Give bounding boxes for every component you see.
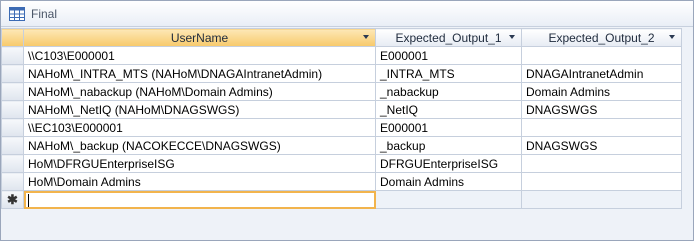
datasheet-titlebar: Final [1, 1, 693, 27]
row-selector[interactable] [1, 154, 24, 173]
new-record-username-cell[interactable] [23, 190, 376, 209]
cell-expected-output-1[interactable]: E000001 [375, 46, 522, 65]
column-dropdown-icon[interactable] [509, 35, 515, 39]
column-dropdown-icon[interactable] [363, 35, 369, 39]
cell-expected-output-2[interactable]: DNAGSWGS [521, 100, 682, 119]
datasheet-window: Final UserName Expected_Output_1 Expecte… [0, 0, 694, 241]
new-record-expected-output-2-cell[interactable] [521, 190, 682, 209]
cell-username[interactable]: NAHoM\_backup (NACOKECCE\DNAGSWGS) [23, 136, 376, 155]
select-all-corner[interactable] [1, 28, 24, 47]
cell-username[interactable]: NAHoM\_nabackup (NAHoM\Domain Admins) [23, 82, 376, 101]
column-header-label: Expected_Output_1 [395, 30, 502, 45]
table-row: NAHoM\_INTRA_MTS (NAHoM\DNAGAIntranetAdm… [1, 64, 682, 83]
cell-expected-output-2[interactable]: DNAGAIntranetAdmin [521, 64, 682, 83]
header-row: UserName Expected_Output_1 Expected_Outp… [1, 28, 682, 47]
column-dropdown-icon[interactable] [669, 35, 675, 39]
row-selector[interactable] [1, 64, 24, 83]
column-header-label: UserName [170, 30, 229, 45]
table-icon [9, 6, 25, 21]
cell-expected-output-1[interactable]: E000001 [375, 118, 522, 137]
new-record-marker[interactable]: ✱ [1, 190, 24, 209]
row-selector[interactable] [1, 118, 24, 137]
cell-expected-output-2[interactable] [521, 118, 682, 137]
new-record-row: ✱ [1, 190, 682, 209]
column-header-label: Expected_Output_2 [548, 30, 655, 45]
table-row: \\C103\E000001 E000001 [1, 46, 682, 65]
cell-username[interactable]: \\EC103\E000001 [23, 118, 376, 137]
row-selector[interactable] [1, 82, 24, 101]
cell-username[interactable]: HoM\DFRGUEnterpriseISG [23, 154, 376, 173]
datasheet-table: UserName Expected_Output_1 Expected_Outp… [1, 28, 682, 209]
table-row: NAHoM\_NetIQ (NAHoM\DNAGSWGS) _NetIQ DNA… [1, 100, 682, 119]
cell-expected-output-1[interactable]: _NetIQ [375, 100, 522, 119]
datasheet-body: \\C103\E000001 E000001 NAHoM\_INTRA_MTS … [1, 46, 682, 209]
cell-username[interactable]: NAHoM\_NetIQ (NAHoM\DNAGSWGS) [23, 100, 376, 119]
cell-expected-output-2[interactable]: Domain Admins [521, 82, 682, 101]
cell-username[interactable]: HoM\Domain Admins [23, 172, 376, 191]
cell-username[interactable]: \\C103\E000001 [23, 46, 376, 65]
cell-expected-output-1[interactable]: Domain Admins [375, 172, 522, 191]
cell-expected-output-1[interactable]: _INTRA_MTS [375, 64, 522, 83]
cell-expected-output-1[interactable]: _nabackup [375, 82, 522, 101]
table-row: NAHoM\_backup (NACOKECCE\DNAGSWGS) _back… [1, 136, 682, 155]
datasheet-title: Final [31, 6, 58, 21]
table-row: HoM\DFRGUEnterpriseISG DFRGUEnterpriseIS… [1, 154, 682, 173]
row-selector[interactable] [1, 46, 24, 65]
new-record-expected-output-1-cell[interactable] [375, 190, 522, 209]
datasheet-grid-area: UserName Expected_Output_1 Expected_Outp… [1, 28, 693, 240]
cell-expected-output-2[interactable] [521, 154, 682, 173]
cell-expected-output-2[interactable] [521, 46, 682, 65]
cell-expected-output-2[interactable]: DNAGSWGS [521, 136, 682, 155]
column-header-expected-output-1[interactable]: Expected_Output_1 [375, 28, 522, 47]
column-header-username[interactable]: UserName [23, 28, 376, 47]
cell-expected-output-2[interactable] [521, 172, 682, 191]
text-caret [28, 193, 29, 207]
cell-expected-output-1[interactable]: DFRGUEnterpriseISG [375, 154, 522, 173]
row-selector[interactable] [1, 100, 24, 119]
table-row: HoM\Domain Admins Domain Admins [1, 172, 682, 191]
row-selector[interactable] [1, 136, 24, 155]
row-selector[interactable] [1, 172, 24, 191]
cell-expected-output-1[interactable]: _backup [375, 136, 522, 155]
table-row: NAHoM\_nabackup (NAHoM\Domain Admins) _n… [1, 82, 682, 101]
cell-username[interactable]: NAHoM\_INTRA_MTS (NAHoM\DNAGAIntranetAdm… [23, 64, 376, 83]
table-row: \\EC103\E000001 E000001 [1, 118, 682, 137]
column-header-expected-output-2[interactable]: Expected_Output_2 [521, 28, 682, 47]
